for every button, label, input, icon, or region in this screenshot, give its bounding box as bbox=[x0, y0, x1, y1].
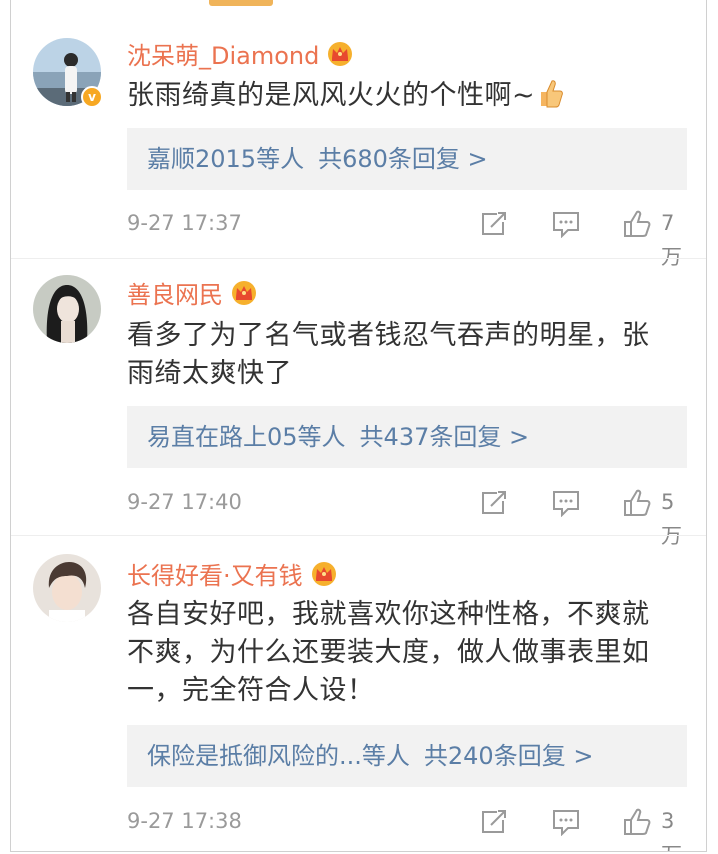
reply-users[interactable]: 嘉顺2015等人 bbox=[147, 145, 304, 173]
comment-item: 长得好看·又有钱 各自安好吧，我就喜欢你这种性格，不爽就不爽，为什么还要装大度，… bbox=[11, 536, 706, 851]
timestamp: 9-27 17:37 bbox=[127, 211, 242, 235]
comment-username[interactable]: 沈呆萌_Diamond bbox=[127, 36, 355, 73]
crown-icon bbox=[325, 41, 355, 73]
reply-users[interactable]: 保险是抵御风险的...等人 bbox=[147, 742, 410, 770]
timestamp: 9-27 17:38 bbox=[127, 809, 242, 833]
comment-item: 善良网民 看多了为了名气或者钱忍气吞声的明星，张雨绮太爽快了 易直在路上05等人… bbox=[11, 259, 706, 548]
verified-badge-icon: v bbox=[81, 86, 103, 108]
reply-count[interactable]: 共680条回复 > bbox=[318, 145, 488, 173]
comment-list: v 沈呆萌_Diamond 张雨绮真的是风风火火的个性啊~ 嘉顺2015等人 共6… bbox=[10, 0, 707, 852]
share-icon[interactable] bbox=[479, 210, 509, 238]
like-icon[interactable] bbox=[623, 210, 653, 238]
reply-summary-link[interactable]: 保险是抵御风险的...等人 共240条回复 > bbox=[127, 725, 687, 787]
comment-icon[interactable] bbox=[551, 210, 581, 239]
comment-icon[interactable] bbox=[551, 489, 581, 518]
comment-text: 张雨绮真的是风风火火的个性啊~ bbox=[127, 77, 676, 119]
crown-icon bbox=[309, 561, 339, 593]
comment-meta: 9-27 17:40 5万 bbox=[127, 485, 687, 548]
reply-count[interactable]: 共437条回复 > bbox=[360, 423, 530, 451]
thumbs-up-emoji-icon bbox=[537, 78, 564, 119]
comment-icon[interactable] bbox=[551, 808, 581, 837]
comment-username[interactable]: 善良网民 bbox=[127, 275, 259, 312]
comment-username[interactable]: 长得好看·又有钱 bbox=[127, 556, 339, 593]
timestamp: 9-27 17:40 bbox=[127, 490, 242, 514]
avatar[interactable] bbox=[33, 554, 101, 622]
username-text[interactable]: 长得好看·又有钱 bbox=[127, 562, 303, 590]
like-count: 3万 bbox=[661, 809, 682, 851]
comment-meta: 9-27 17:38 3万 bbox=[127, 804, 687, 851]
username-text[interactable]: 善良网民 bbox=[127, 281, 223, 309]
reply-summary-link[interactable]: 易直在路上05等人 共437条回复 > bbox=[127, 406, 687, 468]
username-text[interactable]: 沈呆萌_Diamond bbox=[127, 42, 319, 70]
avatar[interactable] bbox=[33, 275, 101, 343]
comment-text: 各自安好吧，我就喜欢你这种性格，不爽就不爽，为什么还要装大度，做人做事表里如一，… bbox=[127, 599, 650, 706]
comment-text-content: 张雨绮真的是风风火火的个性啊~ bbox=[127, 80, 536, 111]
share-icon[interactable] bbox=[479, 808, 509, 836]
share-icon[interactable] bbox=[479, 489, 509, 517]
comment-text: 看多了为了名气或者钱忍气吞声的明星，张雨绮太爽快了 bbox=[127, 320, 650, 389]
like-icon[interactable] bbox=[623, 489, 653, 517]
like-icon[interactable] bbox=[623, 808, 653, 836]
comment-item: v 沈呆萌_Diamond 张雨绮真的是风风火火的个性啊~ 嘉顺2015等人 共6… bbox=[11, 0, 706, 269]
reply-summary-link[interactable]: 嘉顺2015等人 共680条回复 > bbox=[127, 128, 687, 190]
reply-count[interactable]: 共240条回复 > bbox=[424, 742, 594, 770]
reply-users[interactable]: 易直在路上05等人 bbox=[147, 423, 346, 451]
crown-icon bbox=[229, 280, 259, 312]
comment-meta: 9-27 17:37 7万 bbox=[127, 206, 687, 269]
